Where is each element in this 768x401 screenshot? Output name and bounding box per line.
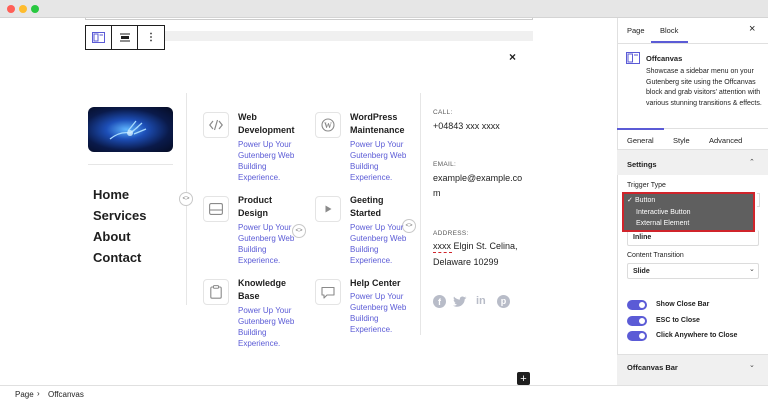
code-icon (203, 112, 229, 138)
service-title-web-development[interactable]: Web Development (238, 111, 308, 137)
block-card-description: Showcase a sidebar menu on your Gutenber… (646, 68, 762, 107)
breadcrumb-page[interactable]: Page (15, 390, 34, 399)
wordpress-icon: W (315, 112, 341, 138)
logo-divider (88, 164, 173, 165)
linkedin-icon[interactable]: in (476, 295, 489, 308)
spellcheck-underline (433, 252, 452, 253)
show-close-bar-label: Show Close Bar (656, 301, 710, 308)
breadcrumb-separator: › (37, 389, 40, 398)
call-label: CALL: (433, 109, 453, 116)
chevron-down-icon: ⌄ (749, 266, 755, 273)
service-desc-wordpress-maintenance: Power Up Your Gutenberg Web Building Exp… (350, 140, 407, 182)
window-titlebar (0, 0, 768, 18)
align-icon[interactable] (112, 26, 138, 49)
add-block-button[interactable]: + (517, 372, 530, 385)
svg-text:W: W (324, 121, 332, 130)
content-transition-select[interactable]: Slide (627, 263, 759, 279)
service-desc-web-development: Power Up Your Gutenberg Web Building Exp… (238, 140, 295, 182)
block-toolbar: ⋮ (85, 25, 165, 50)
service-title-help-center[interactable]: Help Center (350, 277, 420, 290)
sidebar-header-divider (617, 43, 768, 44)
play-icon (315, 196, 341, 222)
column-resize-handle-1[interactable]: <> (179, 192, 193, 206)
address-line-2: Delaware 10299 (433, 257, 499, 267)
sub-tab-general-underline (617, 128, 664, 130)
facebook-icon[interactable]: f (433, 295, 446, 308)
click-anywhere-label: Click Anywhere to Close (656, 332, 738, 339)
position-select[interactable]: Inline (627, 230, 759, 246)
close-window-dot[interactable] (7, 5, 15, 13)
more-options-icon[interactable]: ⋮ (138, 26, 164, 49)
logo-image (88, 107, 173, 152)
call-value[interactable]: +04843 xxx xxxx (433, 119, 533, 134)
email-value[interactable]: example@example.com (433, 171, 525, 201)
sidebar-tab-block[interactable]: Block (660, 26, 678, 35)
menu-item-about[interactable]: About (93, 229, 131, 244)
service-desc-help-center: Power Up Your Gutenberg Web Building Exp… (350, 292, 407, 334)
settings-panel-title: Settings (627, 160, 657, 169)
canvas-top-band (165, 31, 533, 41)
offcanvas-block-card-icon (626, 51, 640, 69)
maximize-window-dot[interactable] (31, 5, 39, 13)
service-title-wordpress-maintenance[interactable]: WordPress Maintenance (350, 111, 412, 137)
clipboard-icon (203, 279, 229, 305)
trigger-type-label: Trigger Type (627, 182, 666, 189)
menu-item-services[interactable]: Services (93, 208, 147, 223)
block-card-title: Offcanvas (646, 54, 683, 63)
sub-tab-general[interactable]: General (627, 136, 654, 145)
esc-to-close-toggle[interactable] (627, 316, 647, 326)
service-desc-knowledge-base: Power Up Your Gutenberg Web Building Exp… (238, 306, 295, 348)
breadcrumb-offcanvas[interactable]: Offcanvas (48, 390, 84, 399)
sub-tab-style[interactable]: Style (673, 136, 690, 145)
trigger-option-interactive-button[interactable]: Interactive Button (636, 209, 690, 216)
address-label: ADDRESS: (433, 230, 469, 237)
trigger-select-edge (757, 193, 760, 207)
editor-canvas: ⋮ × Home Services About Contact <> <> <>… (0, 18, 617, 385)
twitter-icon[interactable] (453, 295, 467, 308)
service-desc-geeting-started: Power Up Your Gutenberg Web Building Exp… (350, 223, 407, 265)
chevron-up-icon: ⌃ (749, 159, 755, 166)
service-desc-product-design: Power Up Your Gutenberg Web Building Exp… (238, 223, 295, 265)
trigger-option-external-element[interactable]: External Element (636, 220, 689, 227)
sub-tab-advanced[interactable]: Advanced (709, 136, 742, 145)
minimize-window-dot[interactable] (19, 5, 27, 13)
pinterest-icon[interactable]: p (497, 295, 510, 308)
esc-to-close-label: ESC to Close (656, 317, 700, 324)
chevron-down-icon-2: ⌄ (749, 362, 755, 369)
content-transition-label: Content Transition (627, 252, 684, 259)
breadcrumb: Page › Offcanvas (0, 385, 768, 401)
previous-block-outline (85, 18, 533, 20)
offcanvas-block-icon[interactable] (86, 26, 112, 49)
menu-item-home[interactable]: Home (93, 187, 129, 202)
menu-item-contact[interactable]: Contact (93, 250, 141, 265)
offcanvas-close-icon[interactable]: × (509, 50, 516, 64)
click-anywhere-toggle[interactable] (627, 331, 647, 341)
sidebar-tab-page[interactable]: Page (627, 26, 645, 35)
show-close-bar-toggle[interactable] (627, 300, 647, 310)
service-title-product-design[interactable]: Product Design (238, 194, 288, 220)
service-title-geeting-started[interactable]: Geeting Started (350, 194, 395, 220)
email-label: EMAIL: (433, 161, 457, 168)
layout-icon (203, 196, 229, 222)
chat-icon (315, 279, 341, 305)
service-title-knowledge-base[interactable]: Knowledge Base (238, 277, 293, 303)
trigger-option-button[interactable]: Button (635, 197, 655, 204)
sidebar-close-icon[interactable]: × (749, 23, 755, 35)
trigger-option-checkmark: ✓ (627, 197, 633, 204)
offcanvas-bar-title: Offcanvas Bar (627, 363, 678, 372)
